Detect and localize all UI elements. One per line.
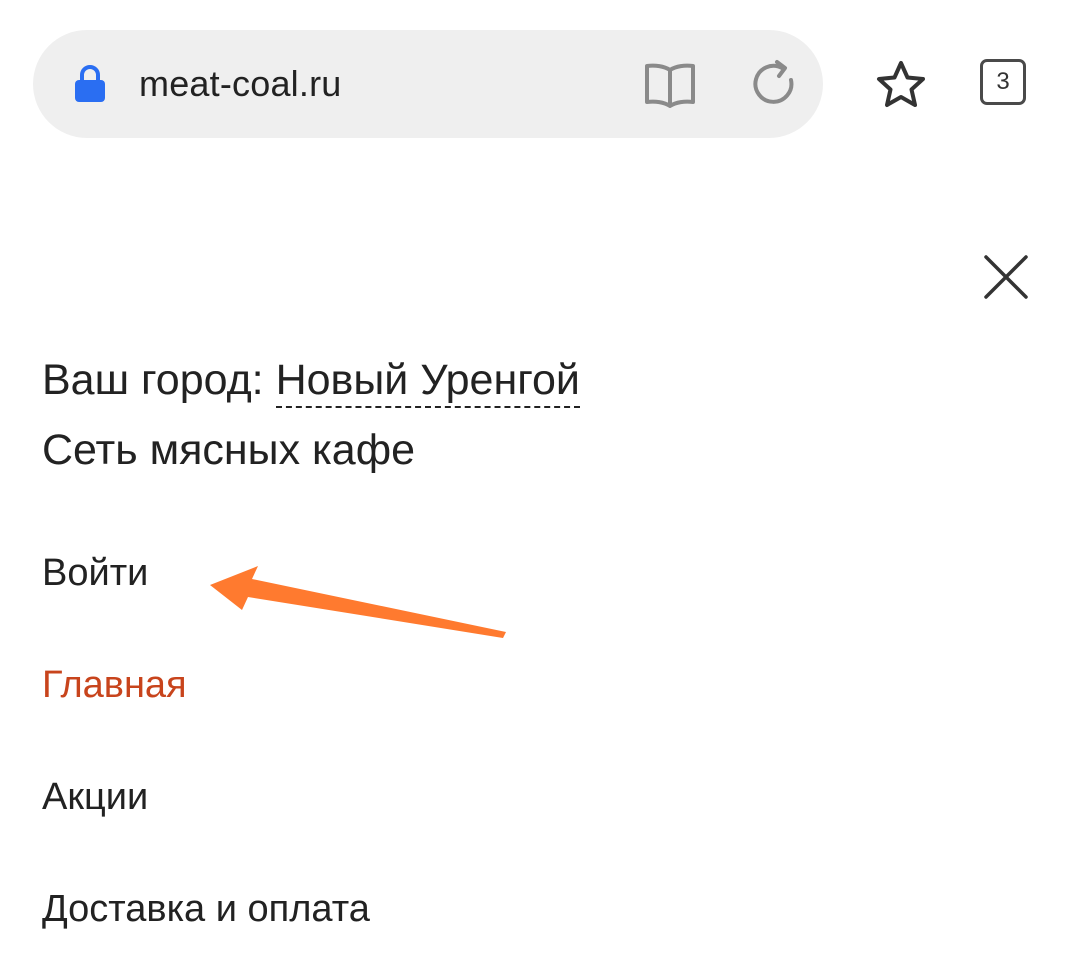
star-icon[interactable]: [874, 59, 928, 111]
reader-mode-icon[interactable]: [643, 60, 697, 108]
url-text[interactable]: meat-coal.ru: [139, 60, 341, 108]
tabs-icon[interactable]: 3: [980, 59, 1026, 105]
page: meat-coal.ru 3 Ваш город: Новый Уренгой …: [0, 0, 1080, 964]
reload-icon[interactable]: [749, 58, 801, 110]
city-selector: Ваш город: Новый Уренгой: [42, 350, 580, 410]
address-bar[interactable]: meat-coal.ru: [33, 30, 823, 138]
close-icon[interactable]: [982, 253, 1030, 301]
menu-item-delivery[interactable]: Доставка и оплата: [42, 882, 370, 936]
tagline: Сеть мясных кафе: [42, 426, 415, 474]
menu-item-home[interactable]: Главная: [42, 658, 187, 712]
city-label: Ваш город:: [42, 356, 264, 404]
annotation-arrow: [210, 566, 506, 638]
menu-item-promotions[interactable]: Акции: [42, 770, 148, 824]
lock-icon: [75, 65, 105, 102]
menu-item-login[interactable]: Войти: [42, 546, 148, 600]
city-name-link[interactable]: Новый Уренгой: [275, 356, 580, 408]
